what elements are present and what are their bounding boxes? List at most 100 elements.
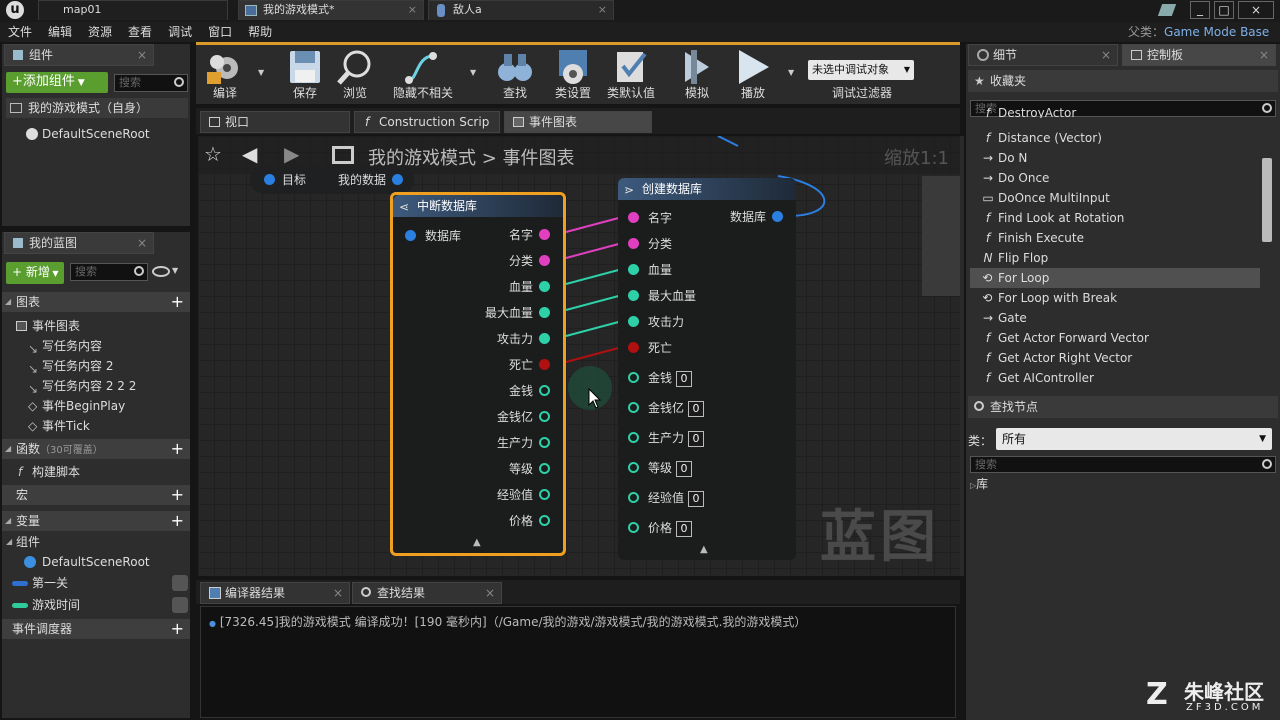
input-pin[interactable] [628,212,639,223]
event-graph-canvas[interactable]: ☆ ◀ ▶ 我的游戏模式 > 事件图表 缩放1:1 蓝图 目标 我的数据 ⋖ 中断… [198,136,960,576]
simulate-button[interactable]: 模拟 [672,46,722,102]
component-default-scene-root[interactable]: DefaultSceneRoot [26,124,150,144]
input-pin[interactable] [628,402,639,413]
add-graph-icon[interactable]: + [171,292,184,312]
menu-window[interactable]: 窗口 [200,22,240,42]
component-variable[interactable]: DefaultSceneRoot [24,552,150,572]
tab-compiler-results[interactable]: 编译器结果 × [200,582,350,604]
maximize-button[interactable]: □ [1214,1,1234,19]
play-options-chevron-icon[interactable]: ▼ [788,68,794,77]
output-pin[interactable] [539,255,550,266]
favorites-scrollbar[interactable] [1262,158,1272,242]
compile-button[interactable]: 编译 [200,46,250,102]
tab-components[interactable]: 组件 × [4,44,154,66]
input-pin[interactable] [628,316,639,327]
components-category[interactable]: ◢ 组件 [6,532,40,552]
palette-item[interactable]: ⟲ For Loop with Break [970,288,1260,308]
compile-options-chevron-icon[interactable]: ▼ [258,68,264,77]
library-tree-item[interactable]: ▷库 [970,476,988,494]
value-input-field[interactable]: 0 [688,431,705,447]
input-pin[interactable] [628,264,639,275]
window-tab-enemy[interactable]: 敌人a × [428,0,614,20]
find-nodes-header[interactable]: 查找节点 [968,396,1278,418]
palette-item[interactable]: f Get AIController [970,368,1260,388]
unreal-logo[interactable]: u [6,1,24,19]
value-input-field[interactable]: 0 [676,521,693,537]
graph-item[interactable]: ↘ 写任务内容 [26,336,102,356]
close-icon[interactable]: × [485,583,495,603]
output-pin[interactable] [539,359,550,370]
hide-options-chevron-icon[interactable]: ▼ [470,68,476,77]
variables-header[interactable]: ◢ 变量 + [2,511,190,531]
add-variable-icon[interactable]: + [171,511,184,531]
input-pin[interactable] [628,238,639,249]
graph-item[interactable]: ↘ 写任务内容 2 [26,356,113,376]
output-pin[interactable] [539,307,550,318]
find-nodes-search-input[interactable]: 搜索 [970,456,1276,473]
palette-item[interactable]: ▭ DoOnce MultiInput [970,188,1260,208]
menu-edit[interactable]: 编辑 [40,22,80,42]
make-struct-node[interactable]: ⋗ 创建数据库 数据库 名字 分类 血量 最大血量 攻击力 死亡 金钱 0 金钱亿 0 生产力 0 等级 0… [618,178,796,560]
palette-item[interactable]: → Gate [970,308,1260,328]
palette-item[interactable]: ⟲ For Loop [970,268,1260,288]
close-window-button[interactable]: × [1238,1,1274,19]
collapse-node-icon[interactable]: ▲ [473,537,481,548]
output-pin[interactable] [539,515,550,526]
input-pin[interactable] [628,372,639,383]
favorites-header[interactable]: ★ 收藏夹 [968,70,1278,92]
output-pin[interactable] [539,385,550,396]
output-pin[interactable] [539,411,550,422]
window-tab-map[interactable]: map01 [38,0,228,20]
value-input-field[interactable]: 0 [676,461,693,477]
add-component-button[interactable]: +添加组件 ▼ [6,72,108,93]
menu-view[interactable]: 查看 [120,22,160,42]
graph-scrollbar[interactable] [960,136,964,576]
debug-object-select[interactable]: 未选中调试对象 ▼ [808,60,914,80]
input-pin[interactable] [628,462,639,473]
class-defaults-button[interactable]: 类默认值 [606,46,656,102]
blueprint-search-input[interactable]: 搜索 [70,263,148,281]
hide-unrelated-button[interactable]: 隐藏不相关 [388,46,458,102]
get-data-node[interactable]: 目标 我的数据 [250,166,414,194]
learn-icon[interactable] [1157,4,1177,16]
tab-details[interactable]: 细节 × [968,44,1118,66]
close-icon[interactable]: × [1259,45,1269,65]
value-input-field[interactable]: 0 [676,371,693,387]
tab-my-blueprint[interactable]: 我的蓝图 × [4,232,154,254]
add-dispatcher-icon[interactable]: + [171,619,184,639]
close-icon[interactable]: × [137,45,147,65]
palette-item[interactable]: f Get Actor Right Vector [970,348,1260,368]
component-self[interactable]: 我的游戏模式（自身） [6,98,188,118]
find-button[interactable]: 查找 [490,46,540,102]
tab-construction-script[interactable]: f Construction Scrip [354,111,500,133]
output-pin[interactable] [539,281,550,292]
output-pin[interactable] [539,333,550,344]
menu-asset[interactable]: 资源 [80,22,120,42]
event-dispatchers-header[interactable]: 事件调度器 + [2,619,190,639]
break-struct-node[interactable]: ⋖ 中断数据库 数据库 名字 分类 血量 最大血量 攻击力 死亡 金钱 金钱亿 生产力 等级 经验值价… [390,192,566,556]
close-icon[interactable]: × [333,583,343,603]
input-pin[interactable] [628,432,639,443]
tab-find-results[interactable]: 查找结果 × [352,582,502,604]
menu-debug[interactable]: 调试 [160,22,200,42]
input-pin[interactable] [628,342,639,353]
close-icon[interactable]: × [408,1,417,19]
log-message[interactable]: ● [7326.45]我的游戏模式 编译成功！[190 毫秒内]（/Game/我… [209,613,806,630]
output-pin[interactable] [772,211,783,222]
tab-palette[interactable]: 控制板 × [1122,44,1276,66]
add-macro-icon[interactable]: + [171,485,184,505]
play-button[interactable]: 播放 [728,46,778,102]
palette-item[interactable]: f Distance (Vector) [970,128,1260,148]
macros-header[interactable]: 宏 + [2,485,190,505]
minimize-button[interactable]: _ [1190,1,1210,19]
construction-script-item[interactable]: f 构建脚本 [16,462,80,482]
variable-item[interactable]: 第一关 [12,573,188,593]
class-settings-button[interactable]: 类设置 [548,46,598,102]
target-pin[interactable] [264,174,275,185]
input-pin[interactable] [628,290,639,301]
event-graph-item[interactable]: 事件图表 [16,316,80,336]
close-icon[interactable]: × [137,233,147,253]
palette-item[interactable]: f DestroyActor [970,108,1260,118]
output-pin[interactable] [539,229,550,240]
input-pin[interactable] [628,522,639,533]
